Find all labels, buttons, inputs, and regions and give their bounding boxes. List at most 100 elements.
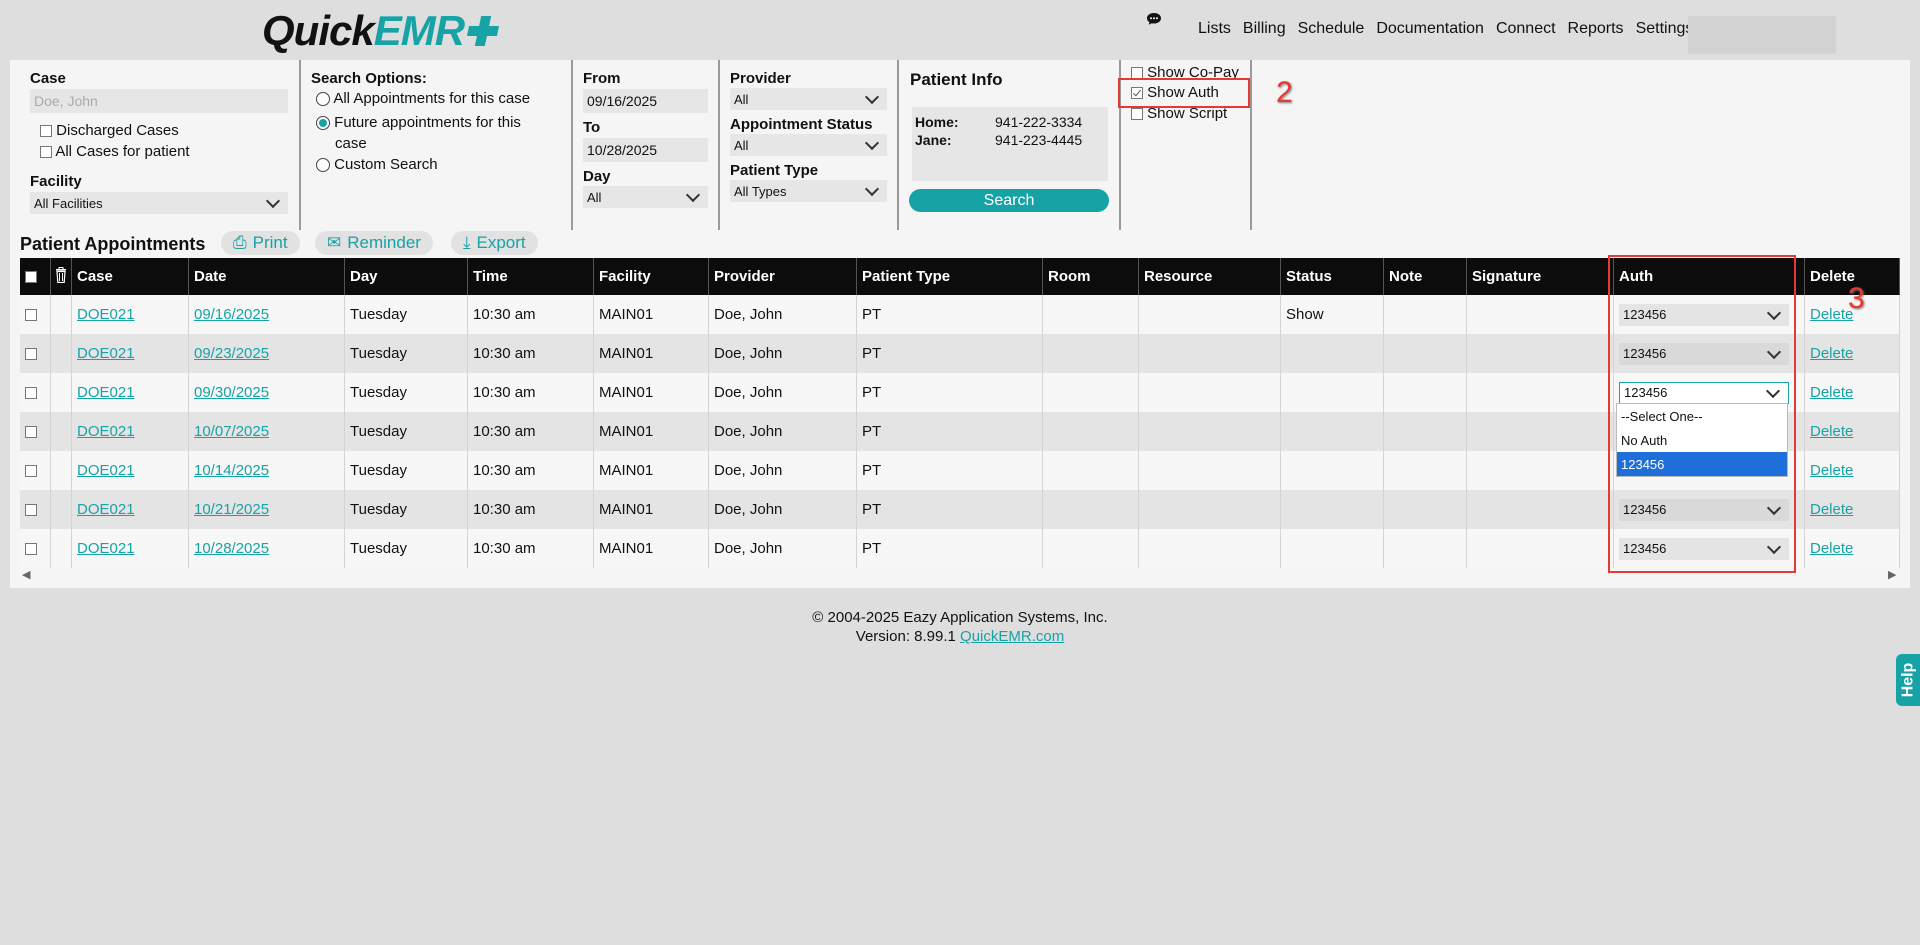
annotation-number-3: 3 [1848, 282, 1865, 315]
option-all-appointments[interactable]: All Appointments for this case [316, 90, 530, 107]
time-cell: 10:30 am [467, 412, 594, 451]
row-checkbox[interactable] [25, 504, 37, 517]
option-future-appointments[interactable]: Future appointments for this case [316, 112, 521, 154]
col-date[interactable]: Date [188, 258, 345, 295]
date-link[interactable]: 09/23/2025 [194, 345, 269, 362]
nav-documentation[interactable]: Documentation [1376, 20, 1484, 38]
row-checkbox[interactable] [25, 387, 37, 400]
select-all-checkbox[interactable] [25, 271, 37, 284]
facility-label: Facility [30, 173, 82, 190]
col-note[interactable]: Note [1383, 258, 1467, 295]
col-patient-type[interactable]: Patient Type [856, 258, 1043, 295]
trash-icon[interactable] [55, 266, 67, 287]
all-cases-checkbox[interactable] [40, 146, 52, 159]
case-link[interactable]: DOE021 [77, 540, 135, 557]
from-date-input[interactable]: 09/16/2025 [583, 89, 708, 113]
option-custom-search[interactable]: Custom Search [316, 156, 438, 173]
room-cell [1042, 490, 1139, 529]
time-cell: 10:30 am [467, 334, 594, 373]
nav-reports[interactable]: Reports [1568, 20, 1624, 38]
delete-link[interactable]: Delete [1810, 306, 1853, 323]
discharged-cases-option[interactable]: Discharged Cases [40, 122, 179, 139]
user-menu[interactable] [1688, 16, 1836, 54]
col-signature[interactable]: Signature [1466, 258, 1614, 295]
col-case[interactable]: Case [71, 258, 189, 295]
date-link[interactable]: 10/21/2025 [194, 501, 269, 518]
export-button[interactable]: ⤓ Export [451, 231, 538, 255]
date-link[interactable]: 09/16/2025 [194, 306, 269, 323]
provider-cell: Doe, John [708, 295, 857, 334]
date-link[interactable]: 10/07/2025 [194, 423, 269, 440]
col-resource[interactable]: Resource [1138, 258, 1281, 295]
nav-lists[interactable]: Lists [1198, 20, 1231, 38]
case-link[interactable]: DOE021 [77, 423, 135, 440]
case-link[interactable]: DOE021 [77, 345, 135, 362]
radio-all[interactable] [316, 92, 330, 107]
facility-cell: MAIN01 [593, 529, 709, 568]
discharged-checkbox[interactable] [40, 125, 52, 138]
row-checkbox[interactable] [25, 426, 37, 439]
delete-link[interactable]: Delete [1810, 501, 1853, 518]
day-select[interactable]: All [583, 186, 708, 208]
col-facility[interactable]: Facility [593, 258, 709, 295]
help-tab[interactable]: Help [1896, 654, 1920, 706]
case-input[interactable]: Doe, John [30, 89, 288, 113]
print-button[interactable]: ⎙ Print [221, 231, 300, 255]
provider-cell: Doe, John [708, 529, 857, 568]
facility-select[interactable]: All Facilities [30, 192, 288, 214]
col-room[interactable]: Room [1042, 258, 1139, 295]
radio-custom[interactable] [316, 158, 330, 173]
header-select-all[interactable] [20, 258, 51, 295]
date-link[interactable]: 10/14/2025 [194, 462, 269, 479]
case-link[interactable]: DOE021 [77, 462, 135, 479]
day-cell: Tuesday [344, 334, 468, 373]
appt-status-select[interactable]: All [730, 134, 887, 156]
day-cell: Tuesday [344, 451, 468, 490]
row-checkbox[interactable] [25, 348, 37, 361]
nav-schedule[interactable]: Schedule [1298, 20, 1365, 38]
date-link[interactable]: 10/28/2025 [194, 540, 269, 557]
radio-future[interactable] [316, 116, 330, 131]
delete-link[interactable]: Delete [1810, 345, 1853, 362]
reminder-button[interactable]: ✉ Reminder [315, 231, 433, 255]
facility-cell: MAIN01 [593, 334, 709, 373]
show-script-checkbox[interactable] [1131, 108, 1143, 121]
all-cases-option[interactable]: All Cases for patient [40, 143, 190, 160]
facility-cell: MAIN01 [593, 412, 709, 451]
scroll-right-arrow[interactable]: ▶ [1888, 568, 1896, 581]
logo-text-quick: Quick [262, 7, 375, 54]
scroll-left-arrow[interactable]: ◀ [22, 568, 30, 581]
to-date-input[interactable]: 10/28/2025 [583, 138, 708, 162]
delete-link[interactable]: Delete [1810, 462, 1853, 479]
row-checkbox[interactable] [25, 543, 37, 556]
note-cell [1383, 412, 1467, 451]
case-link[interactable]: DOE021 [77, 306, 135, 323]
top-nav: Lists Billing Schedule Documentation Con… [1146, 12, 1694, 38]
nav-connect[interactable]: Connect [1496, 20, 1556, 38]
date-link[interactable]: 09/30/2025 [194, 384, 269, 401]
delete-link[interactable]: Delete [1810, 423, 1853, 440]
row-select-cell [20, 295, 51, 334]
case-link[interactable]: DOE021 [77, 501, 135, 518]
delete-link[interactable]: Delete [1810, 384, 1853, 401]
col-time[interactable]: Time [467, 258, 594, 295]
signature-cell [1466, 295, 1614, 334]
header-trash[interactable] [50, 258, 72, 295]
row-checkbox[interactable] [25, 309, 37, 322]
delete-link[interactable]: Delete [1810, 540, 1853, 557]
provider-select[interactable]: All [730, 88, 887, 110]
col-provider[interactable]: Provider [708, 258, 857, 295]
quickemr-logo[interactable]: Quick EMR [262, 7, 500, 54]
nav-settings[interactable]: Settings [1636, 20, 1694, 38]
chat-icon[interactable] [1146, 12, 1162, 31]
search-button[interactable]: Search [909, 189, 1109, 212]
col-day[interactable]: Day [344, 258, 468, 295]
nav-billing[interactable]: Billing [1243, 20, 1286, 38]
col-status[interactable]: Status [1280, 258, 1384, 295]
patient-type-select[interactable]: All Types [730, 180, 887, 202]
row-checkbox[interactable] [25, 465, 37, 478]
to-label: To [583, 119, 601, 136]
room-cell [1042, 295, 1139, 334]
quickemr-link[interactable]: QuickEMR.com [960, 628, 1064, 645]
case-link[interactable]: DOE021 [77, 384, 135, 401]
